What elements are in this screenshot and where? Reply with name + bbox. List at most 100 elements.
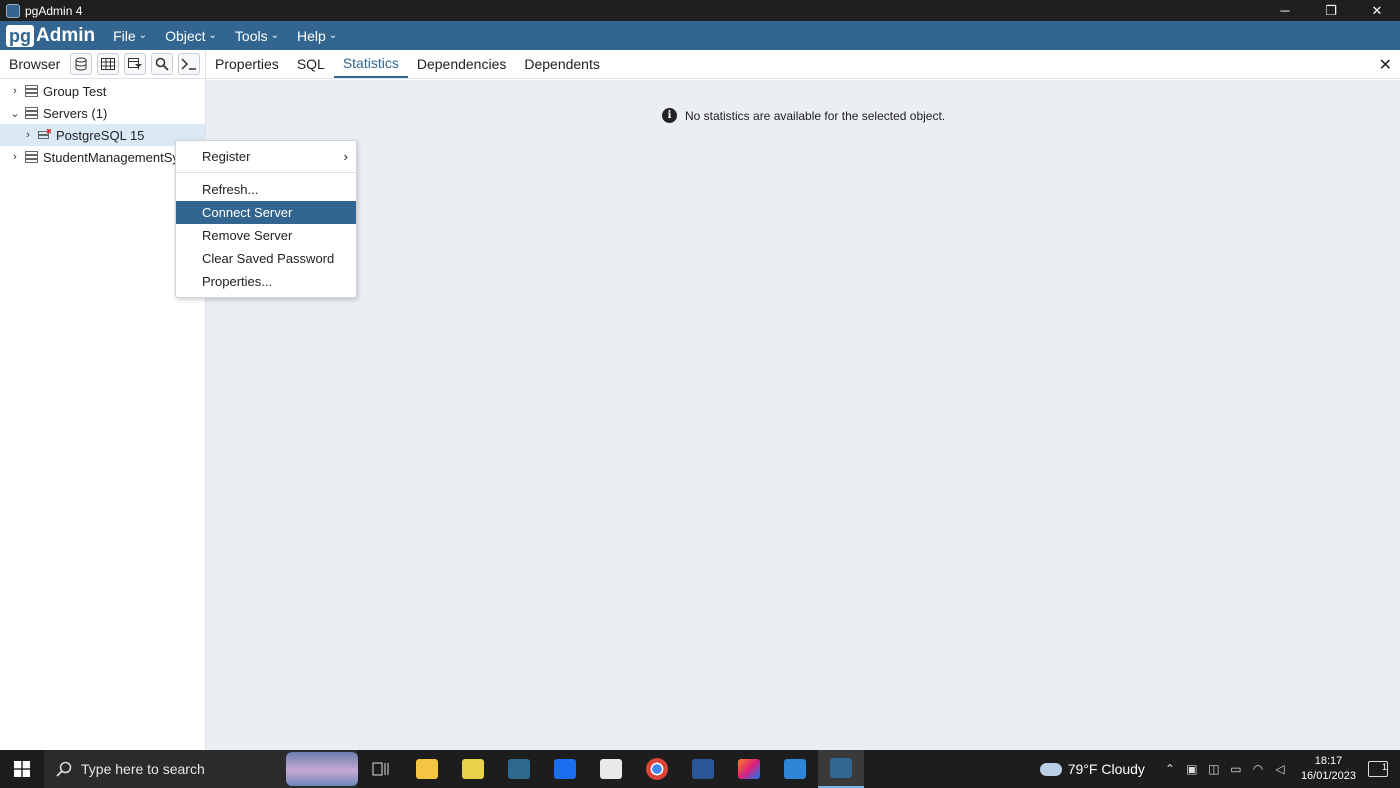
search-placeholder: Type here to search xyxy=(81,761,205,777)
tree-item-label: Servers (1) xyxy=(43,105,108,121)
volume-icon[interactable]: ◁ xyxy=(1269,762,1291,776)
psql-tool-button[interactable] xyxy=(178,53,200,75)
clock-time: 18:17 xyxy=(1314,755,1343,767)
taskbar-mysql-workbench[interactable] xyxy=(496,750,542,788)
browser-title: Browser xyxy=(9,56,61,72)
security-icon[interactable]: ◫ xyxy=(1203,762,1225,776)
logo-pg: pg xyxy=(6,24,34,47)
menu-file[interactable]: File ⌄ xyxy=(113,28,147,44)
taskbar-dropbox[interactable] xyxy=(542,750,588,788)
search-highlight-image[interactable] xyxy=(286,752,358,786)
chrome-icon xyxy=(646,758,668,780)
ctx-register[interactable]: Register › xyxy=(176,141,356,171)
app-icon xyxy=(462,759,484,779)
close-window-button[interactable]: ✕ xyxy=(1354,0,1400,21)
taskbar-amazon[interactable] xyxy=(588,750,634,788)
ctx-register-label: Register xyxy=(202,148,251,164)
taskbar-word[interactable] xyxy=(680,750,726,788)
menu-file-label: File xyxy=(113,27,136,44)
maximize-button[interactable]: ❐ xyxy=(1308,0,1354,21)
wifi-icon[interactable]: ◠ xyxy=(1247,762,1269,776)
task-view-button[interactable] xyxy=(358,750,404,788)
meet-now-icon[interactable]: ▣ xyxy=(1181,762,1203,776)
notification-count: 1 xyxy=(1381,762,1387,772)
weather-widget[interactable]: 79°F Cloudy xyxy=(1039,761,1145,777)
info-icon: i xyxy=(662,108,677,123)
taskbar-file-explorer[interactable] xyxy=(404,750,450,788)
info-message-text: No statistics are available for the sele… xyxy=(685,108,946,123)
tree-item-label: StudentManagementSys xyxy=(43,149,186,165)
server-group-icon xyxy=(25,107,38,119)
view-data-button[interactable] xyxy=(97,53,120,75)
server-group-icon xyxy=(25,85,38,97)
chevron-down-icon: ⌄ xyxy=(138,30,148,41)
taskbar-pgadmin[interactable] xyxy=(818,750,864,788)
chevron-up-icon[interactable]: ⌃ xyxy=(1159,762,1181,776)
close-icon[interactable]: ✕ xyxy=(1379,55,1392,75)
notification-center-icon[interactable]: 1 xyxy=(1368,761,1388,777)
clock-date: 16/01/2023 xyxy=(1300,770,1356,782)
weather-temp: 79°F xyxy=(1067,761,1098,777)
task-view-icon xyxy=(372,762,389,776)
clock[interactable]: 18:17 16/01/2023 xyxy=(1301,754,1356,784)
chevron-right-icon[interactable]: › xyxy=(8,151,22,163)
chevron-down-icon: ⌄ xyxy=(270,30,279,41)
menu-separator xyxy=(176,172,356,173)
taskbar-intellij[interactable] xyxy=(726,750,772,788)
table-icon xyxy=(101,58,116,70)
ctx-properties[interactable]: Properties... xyxy=(176,270,356,293)
tab-sql[interactable]: SQL xyxy=(288,50,334,78)
ctx-remove-server[interactable]: Remove Server xyxy=(176,224,356,247)
workbench-icon xyxy=(508,759,530,779)
chevron-right-icon[interactable]: › xyxy=(8,85,22,97)
word-icon xyxy=(692,759,714,779)
server-group-icon xyxy=(25,151,38,163)
database-icon xyxy=(75,57,87,71)
menu-help[interactable]: Help ⌄ xyxy=(297,28,337,44)
weather-condition: Cloudy xyxy=(1101,761,1145,777)
tab-dependencies[interactable]: Dependencies xyxy=(408,50,516,78)
tab-properties[interactable]: Properties xyxy=(206,50,288,78)
ctx-connect-server[interactable]: Connect Server xyxy=(176,201,356,224)
chevron-down-icon[interactable]: ⌄ xyxy=(8,107,22,120)
postgres-elephant-icon xyxy=(830,758,852,778)
taskbar: Type here to search 79°F Cloudy ⌃ ▣ ◫ ▭ … xyxy=(0,750,1400,788)
ctx-refresh[interactable]: Refresh... xyxy=(176,178,356,201)
amazon-icon xyxy=(600,759,622,779)
ctx-clear-saved-password[interactable]: Clear Saved Password xyxy=(176,247,356,270)
chevron-right-icon: › xyxy=(343,148,348,164)
start-button[interactable] xyxy=(0,750,44,788)
tab-statistics[interactable]: Statistics xyxy=(333,50,408,78)
menu-help-label: Help xyxy=(297,27,326,44)
battery-icon[interactable]: ▭ xyxy=(1225,762,1247,776)
filter-table-icon xyxy=(128,58,143,70)
tree-item-servers[interactable]: ⌄ Servers (1) xyxy=(0,102,205,124)
search-objects-button[interactable] xyxy=(151,53,174,75)
windows-logo-icon xyxy=(14,761,30,777)
chevron-down-icon: ⌄ xyxy=(328,30,338,41)
chevron-right-icon[interactable]: › xyxy=(21,129,35,141)
intellij-icon xyxy=(738,759,760,779)
pgadmin-logo: pg Admin xyxy=(6,24,95,48)
tree-item-group-test[interactable]: › Group Test xyxy=(0,80,205,102)
info-message: i No statistics are available for the se… xyxy=(662,108,945,123)
window-controls: ─ ❐ ✕ xyxy=(1262,0,1400,21)
taskbar-chrome[interactable] xyxy=(634,750,680,788)
minimize-button[interactable]: ─ xyxy=(1262,0,1308,21)
menu-bar: pg Admin File ⌄ Object ⌄ Tools ⌄ Help ⌄ xyxy=(0,21,1400,50)
taskbar-search[interactable]: Type here to search xyxy=(44,750,358,788)
logo-admin: Admin xyxy=(36,24,96,46)
terminal-icon xyxy=(181,58,196,70)
menu-tools[interactable]: Tools ⌄ xyxy=(235,28,279,44)
photos-icon xyxy=(784,759,806,779)
search-icon xyxy=(56,761,72,777)
server-disconnected-icon xyxy=(38,129,51,139)
taskbar-photos[interactable] xyxy=(772,750,818,788)
filter-rows-button[interactable] xyxy=(124,53,147,75)
menu-object[interactable]: Object ⌄ xyxy=(165,28,217,44)
tab-dependents[interactable]: Dependents xyxy=(515,50,609,78)
query-tool-button[interactable] xyxy=(70,53,93,75)
taskbar-app-2[interactable] xyxy=(450,750,496,788)
system-tray: 79°F Cloudy ⌃ ▣ ◫ ▭ ◠ ◁ 18:17 16/01/2023… xyxy=(1039,750,1400,788)
statistics-panel: i No statistics are available for the se… xyxy=(206,80,1400,750)
